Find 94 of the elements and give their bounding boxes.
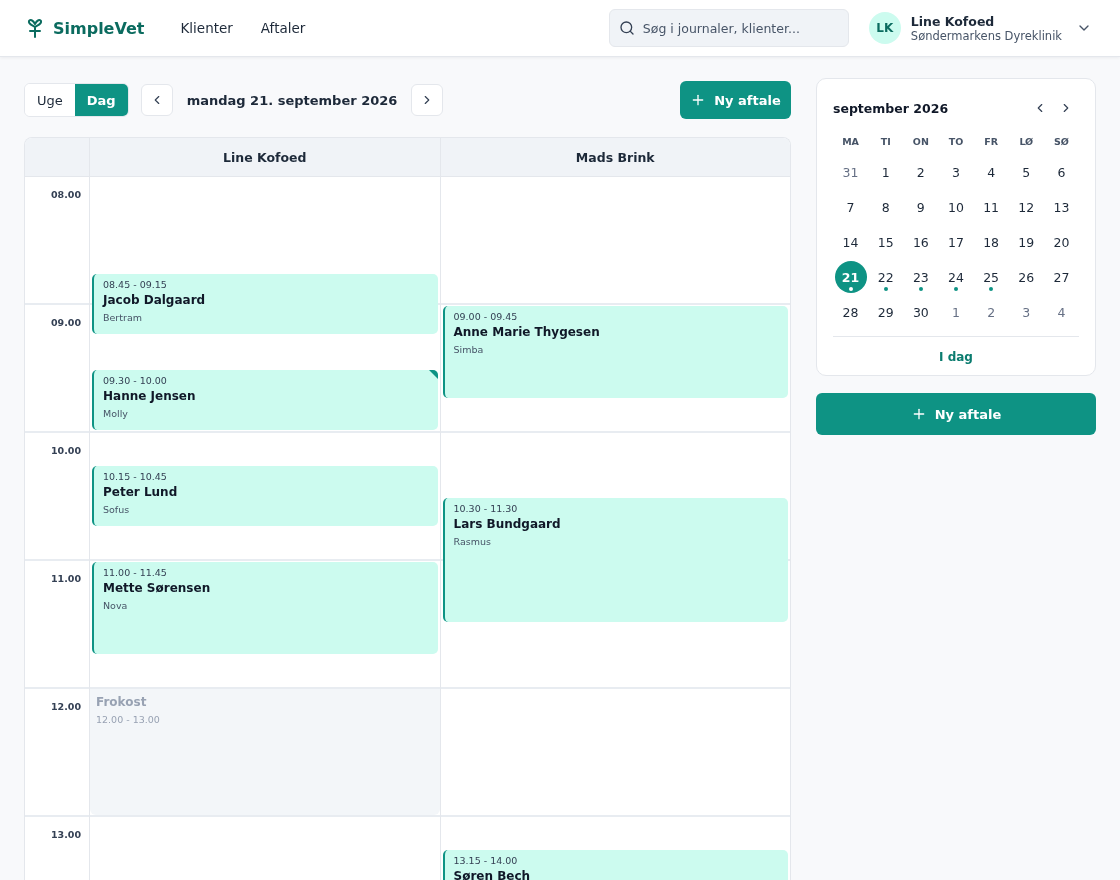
clinic-name: Søndermarkens Dyreklinik (910, 28, 1062, 43)
calendar-day[interactable]: 26 (1010, 261, 1043, 293)
patient-name: Nova (103, 600, 129, 611)
appointment-time: 13.15 - 14.00 (453, 855, 519, 866)
patient-name: Sofus (103, 504, 131, 515)
nav-link[interactable]: Aftaler (260, 20, 306, 36)
calendar-day[interactable]: 16 (904, 226, 937, 258)
hour-label: 13.00 (50, 829, 81, 840)
appointment-card[interactable]: 13.15 - 14.00 Søren Bech (442, 850, 788, 880)
app-logo: SimpleVet (53, 18, 145, 38)
user-avatar[interactable]: LK (868, 12, 901, 44)
break-time: 12.00 - 13.00 (96, 714, 161, 725)
calendar-day[interactable]: 31 (834, 156, 867, 188)
staff-column-header: Line Kofoed (89, 138, 440, 177)
appointment-card[interactable]: 11.00 - 11.45 Mette Sørensen Nova (92, 562, 438, 654)
today-link[interactable]: I dag (939, 350, 973, 364)
appointment-card[interactable]: 10.15 - 10.45 Peter Lund Sofus (92, 466, 438, 526)
patient-name: Molly (103, 408, 129, 419)
appointment-time: 09.30 - 10.00 (103, 375, 168, 386)
break-title: Frokost (96, 695, 148, 709)
calendar-day[interactable]: 6 (1045, 156, 1078, 188)
weekday-label: MA (842, 135, 859, 149)
appointment-card[interactable]: 09.00 - 09.45 Anne Marie Thygesen Simba (442, 306, 788, 398)
appointment-time: 09.00 - 09.45 (453, 311, 519, 322)
calendar-day[interactable]: 1 (869, 156, 902, 188)
calendar-day[interactable]: 21 (834, 261, 867, 293)
appointment-time: 10.30 - 11.30 (453, 503, 519, 514)
calendar-day[interactable]: 17 (940, 226, 972, 258)
calendar-day[interactable]: 7 (834, 191, 867, 223)
calendar-day[interactable]: 24 (940, 261, 972, 293)
calendar-day[interactable]: 22 (869, 261, 902, 293)
appointment-time: 11.00 - 11.45 (103, 567, 168, 578)
calendar-day[interactable]: 13 (1045, 191, 1078, 223)
calendar-day[interactable]: 4 (975, 156, 1008, 188)
hour-label: 10.00 (50, 445, 81, 456)
patient-name: Bertram (103, 312, 143, 323)
hour-label: 08.00 (50, 189, 81, 200)
calendar-day[interactable]: 19 (1010, 226, 1043, 258)
patient-name: Rasmus (453, 536, 492, 547)
calendar-day[interactable]: 3 (1010, 296, 1043, 328)
client-name: Peter Lund (103, 485, 179, 499)
current-date: mandag 21. september 2026 (186, 92, 398, 108)
client-name: Lars Bundgaard (453, 517, 562, 531)
appointment-card[interactable]: 09.30 - 10.00 Hanne Jensen Molly (92, 370, 438, 430)
calendar-day[interactable]: 18 (975, 226, 1008, 258)
view-tab[interactable]: Dag (74, 84, 128, 116)
logo-icon (26, 18, 44, 38)
calendar-day[interactable]: 30 (904, 296, 937, 328)
calendar-day[interactable]: 28 (834, 296, 867, 328)
staff-column-header: Mads Brink (439, 138, 790, 177)
appointment-card[interactable]: 08.45 - 09.15 Jacob Dalgaard Bertram (92, 274, 438, 334)
calendar-day[interactable]: 29 (869, 296, 902, 328)
patient-name: Simba (453, 344, 485, 355)
appointment-time: 10.15 - 10.45 (103, 471, 168, 482)
calendar-day[interactable]: 1 (940, 296, 972, 328)
calendar-day[interactable]: 25 (975, 261, 1008, 293)
client-name: Anne Marie Thygesen (453, 325, 601, 339)
calendar-day[interactable]: 20 (1045, 226, 1078, 258)
calendar-day[interactable]: 23 (904, 261, 937, 293)
appointment-time: 08.45 - 09.15 (103, 279, 168, 290)
weekday-label: LØ (1019, 135, 1034, 149)
new-appointment-button[interactable]: Ny aftale (680, 81, 791, 119)
new-appointment-button[interactable]: Ny aftale (816, 393, 1096, 435)
appointment-card[interactable]: 10.30 - 11.30 Lars Bundgaard Rasmus (442, 498, 788, 622)
user-name: Line Kofoed (910, 13, 996, 29)
client-name: Søren Bech (453, 869, 532, 880)
search-icon (618, 20, 635, 36)
calendar-day[interactable]: 3 (940, 156, 972, 188)
calendar-day[interactable]: 12 (1010, 191, 1043, 223)
client-name: Mette Sørensen (103, 581, 212, 595)
calendar-day[interactable]: 2 (975, 296, 1008, 328)
client-name: Hanne Jensen (103, 389, 197, 403)
weekday-label: SØ (1053, 135, 1069, 149)
weekday-label: TI (880, 135, 891, 149)
weekday-label: TO (948, 135, 964, 149)
calendar-day[interactable]: 10 (940, 191, 972, 223)
nav-link[interactable]: Klienter (180, 20, 233, 36)
calendar-day[interactable]: 8 (869, 191, 902, 223)
calendar-day[interactable]: 4 (1045, 296, 1078, 328)
calendar-day[interactable]: 5 (1010, 156, 1043, 188)
calendar-day[interactable]: 27 (1045, 261, 1078, 293)
hour-label: 11.00 (50, 573, 81, 584)
weekday-label: ON (912, 135, 929, 149)
client-name: Jacob Dalgaard (103, 293, 207, 307)
calendar-day[interactable]: 11 (975, 191, 1008, 223)
calendar-month: september 2026 (833, 100, 950, 116)
weekday-label: FR (984, 135, 999, 149)
calendar-day[interactable]: 9 (904, 191, 937, 223)
search-field[interactable]: Søg i journaler, klienter... (608, 9, 849, 47)
calendar-day[interactable]: 15 (869, 226, 902, 258)
hour-label: 12.00 (50, 701, 81, 712)
calendar-day[interactable]: 2 (904, 156, 937, 188)
calendar-day[interactable]: 14 (834, 226, 867, 258)
hour-label: 09.00 (50, 317, 81, 328)
